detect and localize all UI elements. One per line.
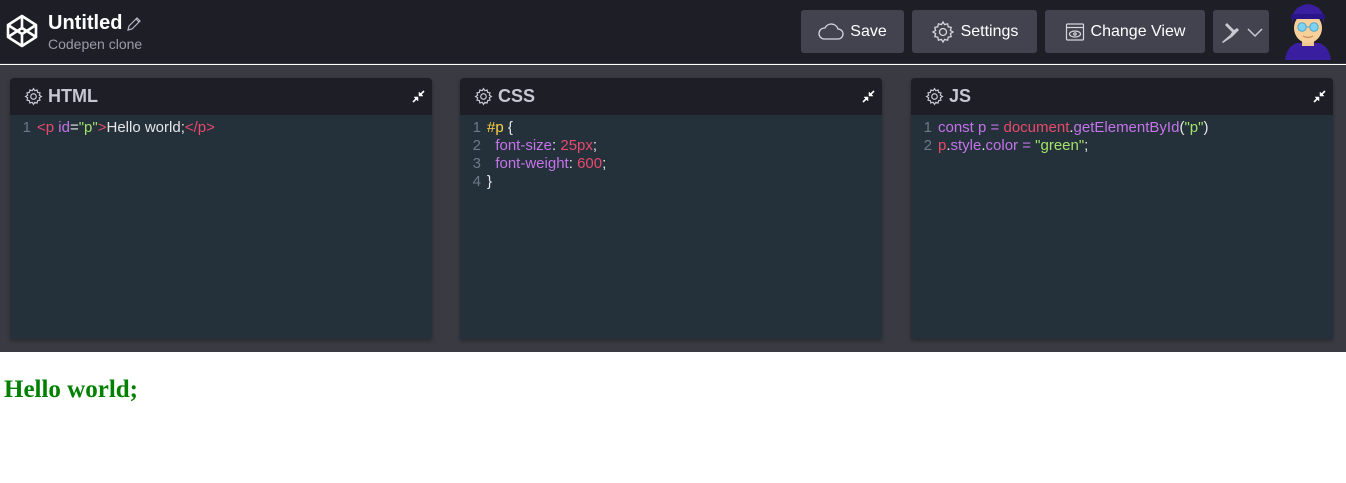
line-number: 1 — [923, 119, 932, 136]
line-number: 1 — [472, 119, 481, 136]
code-token: Hello world; — [106, 119, 185, 136]
save-label: Save — [850, 22, 887, 40]
html-code-editor[interactable]: 1 <p id = "p" > Hello world; </p> — [10, 115, 432, 137]
code-line[interactable]: 3 font-weight: 600; — [460, 155, 882, 173]
preview-output-text: Hello world; — [4, 376, 139, 403]
code-token: #p — [487, 119, 504, 136]
codepen-logo-icon[interactable] — [5, 13, 39, 49]
change-view-button[interactable]: Change View — [1045, 10, 1205, 53]
save-button[interactable]: Save — [801, 10, 904, 53]
settings-label: Settings — [960, 22, 1019, 40]
code-token: p — [938, 137, 947, 154]
preview-pane: Hello world; — [0, 352, 1346, 483]
code-token: : — [568, 155, 578, 172]
code-token: 25px — [560, 137, 593, 154]
js-panel-title: JS — [949, 86, 972, 106]
code-token: = — [1018, 137, 1036, 154]
code-token: > — [97, 119, 107, 136]
code-token: = — [986, 119, 1004, 136]
project-title[interactable]: Untitled — [48, 11, 122, 35]
code-token: "p" — [78, 119, 98, 136]
code-token: = — [69, 119, 79, 136]
window-eye-icon — [1065, 22, 1084, 41]
css-editor-panel: CSS 1 #p {2 font-size: 25px; 3 font-weight… — [460, 78, 882, 339]
html-editor-panel: HTML 1 <p id = "p" > Hello world; </p> — [10, 78, 432, 339]
code-token: : — [552, 137, 561, 154]
code-token: } — [487, 173, 493, 190]
cloud-icon — [818, 22, 844, 40]
collapse-icon[interactable] — [1313, 90, 1326, 103]
code-token: 600 — [577, 155, 603, 172]
code-token: ; — [602, 155, 607, 172]
css-code-editor[interactable]: 1 #p {2 font-size: 25px; 3 font-weight: 60… — [460, 115, 882, 191]
project-subtitle: Codepen clone — [48, 36, 143, 52]
code-token: document — [1003, 119, 1070, 136]
settings-button[interactable]: Settings — [912, 10, 1037, 53]
line-number: 1 — [22, 119, 31, 136]
code-token: font-size — [487, 137, 553, 154]
pin-dropdown-button[interactable] — [1213, 10, 1269, 53]
line-number: 4 — [472, 173, 481, 190]
user-avatar[interactable] — [1281, 0, 1335, 60]
chevron-down-icon — [1247, 27, 1263, 37]
code-line[interactable]: 2 font-size: 25px; — [460, 137, 882, 155]
code-token: p — [978, 119, 987, 136]
collapse-icon[interactable] — [412, 90, 425, 103]
code-token: style — [950, 137, 982, 154]
code-token: color — [985, 137, 1019, 154]
code-token: <p — [37, 119, 59, 136]
html-panel-title: HTML — [48, 86, 98, 106]
code-token: id — [58, 119, 70, 136]
js-code-editor[interactable]: 1 const p = document. getElementById("p") 2… — [911, 115, 1333, 155]
gear-icon[interactable] — [24, 87, 43, 106]
code-line[interactable]: 1 const p = document. getElementById("p") — [911, 119, 1333, 137]
code-token: ) — [1203, 119, 1209, 136]
html-panel-header: HTML — [10, 78, 432, 115]
code-line[interactable]: 1 #p { — [460, 119, 882, 137]
code-line[interactable]: 2 p. style. color = "green"; — [911, 137, 1333, 155]
css-panel-title: CSS — [498, 86, 536, 106]
code-token: getElementById — [1073, 119, 1180, 136]
css-panel-header: CSS — [460, 78, 882, 115]
pencil-icon[interactable] — [126, 16, 142, 32]
pin-icon — [1222, 22, 1239, 43]
collapse-icon[interactable] — [862, 90, 875, 103]
gear-icon — [931, 20, 954, 43]
project-title-block: Untitled Codepen clone — [48, 11, 142, 53]
js-panel-header: JS — [911, 78, 1333, 115]
code-line[interactable]: 4} — [460, 173, 882, 191]
top-bar: Untitled Codepen clone Save Settings Cha… — [0, 0, 1346, 64]
gear-icon[interactable] — [474, 87, 493, 106]
code-token: "green" — [1035, 137, 1085, 154]
code-token: ; — [1084, 137, 1089, 154]
line-number: 3 — [472, 155, 481, 172]
editor-area: HTML 1 <p id = "p" > Hello world; </p> CSS — [0, 65, 1346, 352]
code-token: ; — [592, 137, 598, 154]
code-token: { — [503, 119, 513, 136]
line-number: 2 — [472, 137, 481, 154]
gear-icon[interactable] — [925, 87, 944, 106]
code-token: </p> — [184, 119, 215, 136]
js-editor-panel: JS 1 const p = document. getElementById("p… — [911, 78, 1333, 339]
code-line[interactable]: 1 <p id = "p" > Hello world; </p> — [10, 119, 432, 137]
code-token: "p" — [1184, 119, 1204, 136]
change-view-label: Change View — [1090, 22, 1186, 40]
code-token: font-weight — [487, 155, 569, 172]
code-token: const — [938, 119, 979, 136]
line-number: 2 — [923, 137, 932, 154]
